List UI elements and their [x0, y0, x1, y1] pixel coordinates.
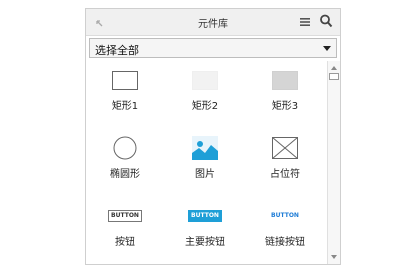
widget-grid: 矩形1 矩形2 矩形3 椭圆形 图片 占位符 BUTTON 按钮 BUTTON … — [86, 61, 326, 264]
rectangle-gray-fill-icon — [272, 70, 298, 90]
rectangle-light-fill-icon — [192, 70, 218, 90]
widget-ellipse[interactable]: 椭圆形 — [90, 129, 160, 189]
widget-primary-button[interactable]: BUTTON 主要按钮 — [170, 197, 240, 257]
widget-label: 图片 — [195, 169, 215, 180]
panel-header: 元件库 — [86, 9, 340, 36]
library-select-value: 选择全部 — [95, 44, 139, 57]
widget-label: 矩形2 — [191, 101, 219, 112]
widget-library-panel: 元件库 选择全部 矩形1 矩形2 矩形3 椭圆形 图片 占位符 BUTTON 按… — [85, 8, 341, 265]
widget-button[interactable]: BUTTON 按钮 — [90, 197, 160, 257]
chevron-down-icon — [323, 46, 331, 51]
button-icon: BUTTON — [108, 210, 142, 222]
widget-label: 矩形1 — [111, 101, 139, 112]
hamburger-menu-icon[interactable] — [298, 14, 312, 28]
widget-image[interactable]: 图片 — [170, 129, 240, 189]
widget-label: 主要按钮 — [185, 237, 225, 248]
scroll-down-icon[interactable] — [331, 255, 337, 259]
widget-label: 占位符 — [270, 169, 300, 180]
placeholder-icon — [272, 137, 298, 159]
primary-button-icon: BUTTON — [188, 210, 222, 222]
widget-label: 矩形3 — [271, 101, 299, 112]
image-icon — [192, 136, 218, 160]
rectangle-outline-icon — [112, 70, 138, 90]
widget-placeholder[interactable]: 占位符 — [250, 129, 320, 189]
widget-label: 椭圆形 — [110, 169, 140, 180]
vertical-scrollbar[interactable] — [327, 61, 340, 264]
link-button-icon: BUTTON — [271, 212, 299, 219]
widget-label: 按钮 — [115, 237, 135, 248]
scroll-up-icon[interactable] — [331, 66, 337, 70]
search-icon[interactable] — [319, 13, 333, 29]
widget-rectangle-1[interactable]: 矩形1 — [90, 61, 160, 121]
widget-rectangle-2[interactable]: 矩形2 — [170, 61, 240, 121]
library-select[interactable]: 选择全部 — [89, 38, 337, 58]
widget-label: 链接按钮 — [265, 237, 305, 248]
scrollbar-thumb[interactable] — [329, 73, 339, 80]
ellipse-icon — [113, 136, 137, 160]
widget-link-button[interactable]: BUTTON 链接按钮 — [250, 197, 320, 257]
widget-rectangle-3[interactable]: 矩形3 — [250, 61, 320, 121]
